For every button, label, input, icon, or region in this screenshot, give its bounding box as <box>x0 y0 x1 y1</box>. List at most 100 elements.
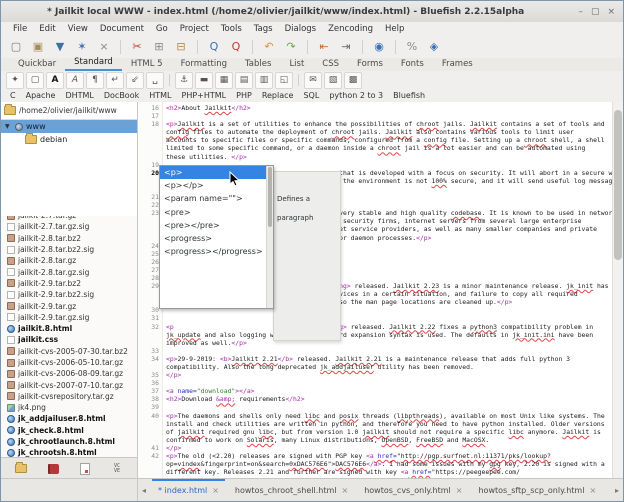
menu-zencoding[interactable]: Zencoding <box>322 24 379 34</box>
undo-icon[interactable]: ↶ <box>259 38 279 56</box>
autocomplete-item[interactable]: <pre></pre> <box>160 219 273 232</box>
menu-tags[interactable]: Tags <box>248 24 279 34</box>
rule-icon[interactable]: ▬ <box>195 72 213 89</box>
file-list-item[interactable]: jailkit-2.8.tar.gz.sig <box>1 266 137 277</box>
autocomplete-item[interactable]: <pre> <box>160 206 273 219</box>
tab-close-icon[interactable]: × <box>212 486 219 495</box>
code-line[interactable]: confirmed to work on Solaris, many Linux… <box>138 436 613 444</box>
menu-go[interactable]: Go <box>150 24 174 34</box>
body-icon[interactable]: ▢ <box>26 72 44 89</box>
comment-icon[interactable]: ◱ <box>275 72 293 89</box>
menu-project[interactable]: Project <box>174 24 215 34</box>
file-list-item[interactable]: jailkit-cvs-2006-08-09.tar.gz <box>1 368 137 379</box>
code-line[interactable]: limited to some specific command, or a d… <box>138 144 613 152</box>
bookmarks-tab[interactable] <box>42 461 64 477</box>
code-line[interactable]: op=vindex&fingerprint=on&search=0xDAC576… <box>138 460 613 468</box>
menu-tools[interactable]: Tools <box>215 24 248 34</box>
charmap-tab[interactable]: VCVE <box>106 461 128 477</box>
htmlbar-tab-frames[interactable]: Frames <box>433 58 482 71</box>
thumbnail-icon[interactable]: ▩ <box>344 72 362 89</box>
file-list-item[interactable]: jailkit-2.8.tar.bz2.sig <box>1 244 137 255</box>
code-line[interactable]: different key. Releases 2.21 and further… <box>138 468 613 476</box>
table-icon[interactable]: ▦ <box>215 72 233 89</box>
tab-close-icon[interactable]: × <box>342 486 349 495</box>
preview-in-browser-icon[interactable]: ◉ <box>369 38 389 56</box>
code-line[interactable]: 34<p>29-9-2019: <b>Jailkit 2.21</b> rele… <box>138 355 613 363</box>
file-list-item[interactable]: jk_addjailuser.8.html <box>1 413 137 424</box>
find-replace-icon[interactable]: Q <box>226 38 246 56</box>
quickstart-icon[interactable]: ✦ <box>6 72 24 89</box>
code-line[interactable]: these utilities. </p> <box>138 153 613 161</box>
scrollbar-thumb[interactable] <box>614 110 622 260</box>
code-line[interactable]: 18<p>Jailkit is a set of utilities to en… <box>138 120 613 128</box>
autocomplete-item[interactable]: <param name=""> <box>160 192 273 205</box>
custom-menu-c[interactable]: C <box>5 91 21 100</box>
file-list-item[interactable]: jk4.png <box>1 402 137 413</box>
file-list-item[interactable]: jk_check.8.html <box>1 425 137 436</box>
code-line[interactable]: 42<p>The old (<2.20) releases are signed… <box>138 452 613 460</box>
htmlbar-tab-formatting[interactable]: Formatting <box>172 58 236 71</box>
code-line[interactable]: accounts to specific files or specific c… <box>138 136 613 144</box>
tree-item-www[interactable]: ▼ www <box>1 120 137 133</box>
menu-file[interactable]: File <box>7 24 33 34</box>
external-filter-icon[interactable]: % <box>402 38 422 56</box>
menu-document[interactable]: Document <box>94 24 150 34</box>
directory-selector[interactable]: /home2/olivier/jailkit/www <box>1 102 137 120</box>
custom-menu-php[interactable]: PHP <box>231 91 257 100</box>
custom-menu-replace[interactable]: Replace <box>257 91 299 100</box>
tabs-scroll-left-icon[interactable]: ◂ <box>138 486 150 495</box>
autocomplete-item[interactable]: <progress> <box>160 232 273 245</box>
file-list-item[interactable]: jailkit-2.9.tar.bz2.sig <box>1 289 137 300</box>
file-list-item[interactable]: jailkit-cvs-2005-07-30.tar.bz2 <box>1 346 137 357</box>
indent-icon[interactable]: ⇥ <box>336 38 356 56</box>
file-list-item[interactable]: jailkit.css <box>1 334 137 345</box>
menu-dialogs[interactable]: Dialogs <box>279 24 323 34</box>
htmlbar-tab-forms[interactable]: Forms <box>348 58 392 71</box>
code-line[interactable]: of jailkit required gnu libc, but from v… <box>138 428 613 436</box>
file-list-item[interactable]: jailkit-2.9.tar.bz2 <box>1 278 137 289</box>
maximize-icon[interactable]: ▢ <box>591 7 600 17</box>
break-icon[interactable]: ↵ <box>106 72 124 89</box>
code-line[interactable]: 17 <box>138 112 613 120</box>
code-line[interactable]: 35</p> <box>138 371 613 379</box>
htmlbar-tab-tables[interactable]: Tables <box>236 58 280 71</box>
code-line[interactable]: 31 <box>138 314 613 322</box>
tab-close-icon[interactable]: × <box>456 486 463 495</box>
close-icon[interactable]: × <box>607 7 615 17</box>
tabs-scroll-right-icon[interactable]: ▸ <box>611 486 623 495</box>
custom-menu-docbook[interactable]: DocBook <box>99 91 144 100</box>
file-list-item[interactable]: jailkit-cvsrepository.tar.gz <box>1 391 137 402</box>
custom-menu-sql[interactable]: SQL <box>298 91 324 100</box>
code-line[interactable]: install and check utilities are written … <box>138 420 613 428</box>
code-line[interactable]: 36 <box>138 379 613 387</box>
copy-icon[interactable]: ⊞ <box>149 38 169 56</box>
code-line[interactable]: jk_update and also logging when an inval… <box>138 331 613 339</box>
code-line[interactable]: 40<p>The daemons and shells only need li… <box>138 412 613 420</box>
document-tab[interactable]: howtos_cvs_only.html× <box>356 479 470 501</box>
open-file-icon[interactable]: ▣ <box>28 38 48 56</box>
bold-icon[interactable]: A <box>46 72 64 89</box>
code-line[interactable]: 38<h2>Download &amp; requirements</h2> <box>138 395 613 403</box>
file-list-item[interactable]: jailkit-2.9.tar.gz <box>1 300 137 311</box>
new-document-icon[interactable]: ▢ <box>6 38 26 56</box>
email-icon[interactable]: ✉ <box>304 72 322 89</box>
italic-icon[interactable]: A <box>66 72 84 89</box>
code-line[interactable]: compatibility. Also the long deprecated … <box>138 363 613 371</box>
code-line[interactable]: 32<p g> released. Jailkit 2.22 fixes a p… <box>138 323 613 331</box>
save-as-icon[interactable]: ✶ <box>72 38 92 56</box>
code-line[interactable]: improved as well.</p> <box>138 339 613 347</box>
menu-help[interactable]: Help <box>379 24 410 34</box>
file-list-item[interactable]: jailkit-2.7.tar.gz.sig <box>1 221 137 232</box>
break-clear-icon[interactable]: ⇙ <box>126 72 144 89</box>
document-tab[interactable]: howtos_sftp_scp_only.html× <box>470 479 604 501</box>
custom-menu-dhtml[interactable]: DHTML <box>60 91 98 100</box>
paragraph-icon[interactable]: ¶ <box>86 72 104 89</box>
find-icon[interactable]: Q <box>204 38 224 56</box>
htmlbar-tab-css[interactable]: CSS <box>313 58 348 71</box>
snippets-tab[interactable] <box>74 461 96 477</box>
document-tab[interactable]: howtos_chroot_shell.html× <box>227 479 356 501</box>
editor-scrollbar[interactable] <box>612 102 623 479</box>
unindent-icon[interactable]: ⇤ <box>314 38 334 56</box>
file-list-item[interactable]: jailkit.8.html <box>1 323 137 334</box>
expander-icon[interactable]: ▼ <box>5 123 12 130</box>
